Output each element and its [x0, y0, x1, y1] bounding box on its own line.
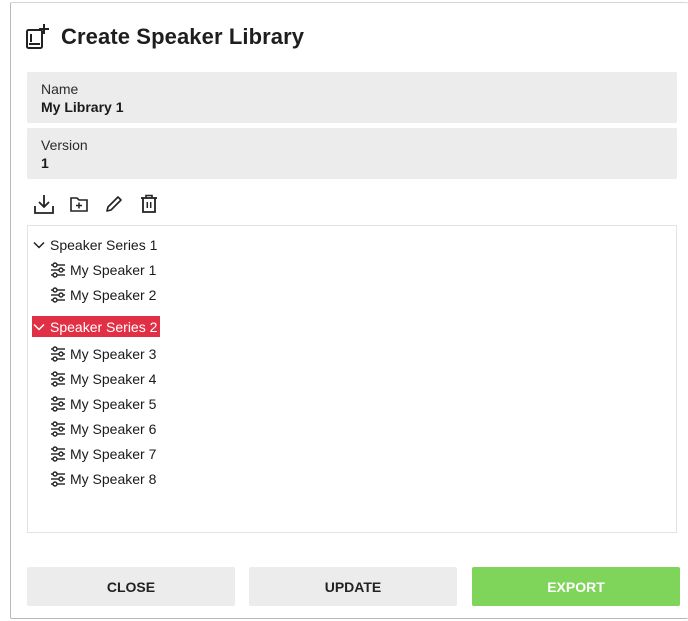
tree-speaker-item[interactable]: My Speaker 1	[50, 259, 156, 280]
speaker-label: My Speaker 5	[70, 395, 157, 412]
speaker-tree: Speaker Series 1 My Speaker 1 My Speaker…	[27, 225, 677, 533]
sliders-icon	[51, 370, 65, 387]
tree-speaker-item[interactable]: My Speaker 4	[50, 368, 156, 389]
library-toolbar	[33, 192, 173, 216]
name-field[interactable]: Name My Library 1	[27, 72, 677, 123]
sliders-icon	[51, 470, 65, 487]
export-button[interactable]: EXPORT	[472, 567, 680, 606]
sliders-icon	[51, 420, 65, 437]
close-button[interactable]: CLOSE	[27, 567, 235, 606]
tree-speaker-item[interactable]: My Speaker 5	[50, 393, 156, 414]
speaker-label: My Speaker 1	[70, 261, 157, 278]
sliders-icon	[51, 261, 65, 278]
name-value[interactable]: My Library 1	[41, 98, 663, 116]
speaker-label: My Speaker 2	[70, 286, 157, 303]
speaker-label: My Speaker 7	[70, 445, 157, 462]
tree-speaker-item[interactable]: My Speaker 8	[50, 468, 156, 489]
dialog-header: Create Speaker Library	[25, 21, 304, 53]
speaker-label: My Speaker 6	[70, 420, 157, 437]
name-label: Name	[41, 81, 79, 97]
tree-series-2[interactable]: Speaker Series 2	[32, 316, 161, 337]
download-icon[interactable]	[33, 193, 55, 215]
delete-icon[interactable]	[138, 193, 160, 215]
version-field[interactable]: Version 1	[27, 128, 677, 179]
tree-speaker-item[interactable]: My Speaker 7	[50, 443, 156, 464]
add-folder-icon[interactable]	[68, 193, 90, 215]
chevron-down-icon[interactable]	[32, 320, 46, 334]
tree-speaker-item[interactable]: My Speaker 6	[50, 418, 156, 439]
sliders-icon	[51, 445, 65, 462]
series-label: Speaker Series 2	[50, 318, 158, 335]
sliders-icon	[51, 395, 65, 412]
create-speaker-library-dialog: Create Speaker Library Name My Library 1…	[10, 2, 688, 619]
tree-series-1[interactable]: Speaker Series 1	[32, 234, 160, 255]
dialog-title: Create Speaker Library	[61, 24, 305, 49]
version-label: Version	[41, 137, 88, 153]
chevron-down-icon[interactable]	[32, 238, 46, 252]
tree-speaker-item[interactable]: My Speaker 3	[50, 343, 156, 364]
speaker-label: My Speaker 8	[70, 470, 157, 487]
tree-speaker-item[interactable]: My Speaker 2	[50, 284, 156, 305]
sliders-icon	[51, 345, 65, 362]
version-value[interactable]: 1	[41, 154, 663, 172]
speaker-label: My Speaker 3	[70, 345, 157, 362]
series-label: Speaker Series 1	[50, 236, 158, 253]
new-library-icon	[26, 24, 49, 49]
update-button[interactable]: UPDATE	[249, 567, 457, 606]
speaker-label: My Speaker 4	[70, 370, 157, 387]
edit-icon[interactable]	[103, 193, 125, 215]
sliders-icon	[51, 286, 65, 303]
